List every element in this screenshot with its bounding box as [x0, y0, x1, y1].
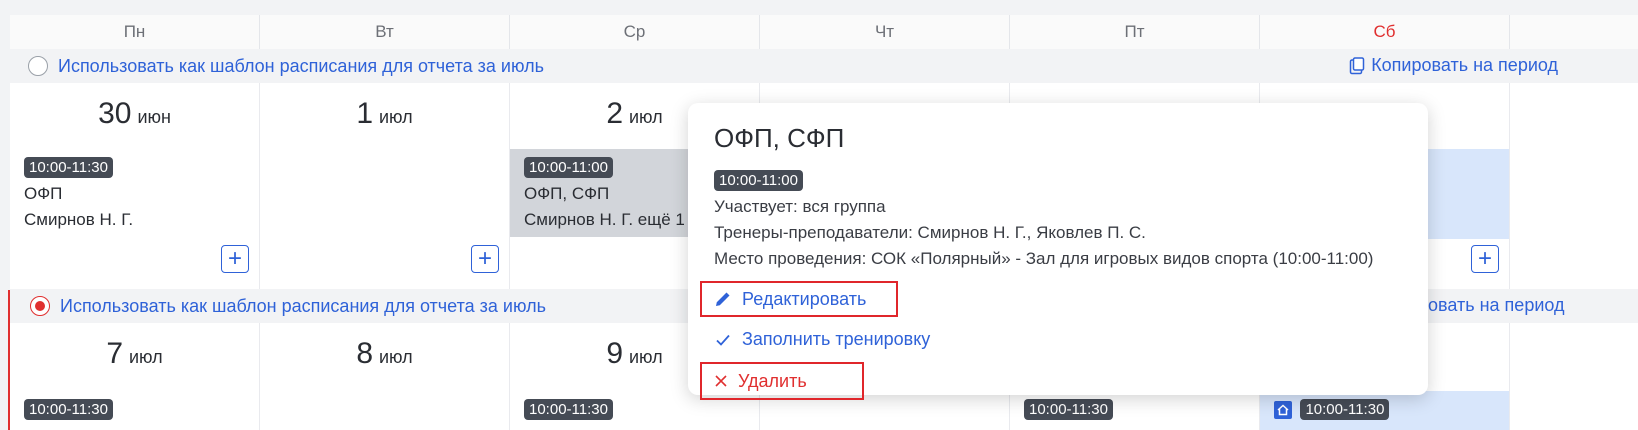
add-event-button[interactable]: +: [1471, 245, 1499, 273]
close-icon: [715, 375, 727, 387]
weekday-thu: Чт: [760, 15, 1010, 49]
day-cell-jul1[interactable]: 1 июл +: [260, 83, 510, 289]
day-cell-jul6[interactable]: [1510, 83, 1638, 289]
day-cell-jul8[interactable]: 8 июл: [260, 323, 510, 430]
template-radio-week2[interactable]: [30, 296, 50, 316]
day-cell-jul13[interactable]: [1510, 323, 1638, 430]
template-bar-week1[interactable]: Использовать как шаблон расписания для о…: [28, 50, 544, 82]
event-time-badge: 10:00-11:00: [524, 157, 613, 178]
weekday-sat: Сб: [1260, 15, 1510, 49]
event-card[interactable]: 10:00-11:30: [1260, 391, 1509, 430]
popup-time-badge: 10:00-11:00: [714, 170, 803, 191]
checkmark-icon: [716, 334, 730, 346]
date-label: 8 июл: [356, 337, 413, 370]
event-time-badge: 10:00-11:30: [1300, 399, 1390, 420]
template-label-week2: Использовать как шаблон расписания для о…: [60, 295, 546, 316]
add-event-button[interactable]: +: [221, 245, 249, 273]
event-coach: Смирнов Н. Г.: [24, 210, 134, 229]
day-cell-jun30[interactable]: 30 июн 10:00-11:30 ОФП Смирнов Н. Г. +: [10, 83, 260, 289]
template-radio-week1[interactable]: [28, 56, 48, 76]
day-cell-jul7[interactable]: 7 июл 10:00-11:30: [10, 323, 260, 430]
date-label: 7 июл: [106, 337, 163, 370]
event-card[interactable]: 10:00-11:30 ОФП Смирнов Н. Г.: [10, 149, 259, 238]
weekday-header: Пн Вт Ср Чт Пт Сб: [10, 15, 1638, 49]
event-popup: ОФП, СФП 10:00-11:00 Участвует: вся груп…: [688, 103, 1428, 400]
add-event-button[interactable]: +: [471, 245, 499, 273]
weekday-sun: [1510, 15, 1638, 49]
clipboard-icon: [1349, 56, 1365, 74]
pencil-icon: [716, 292, 730, 306]
event-card[interactable]: 10:00-11:30: [1010, 391, 1259, 428]
delete-button[interactable]: Удалить: [700, 362, 864, 400]
weekday-fri: Пт: [1010, 15, 1260, 49]
event-time-badge: 10:00-11:30: [24, 157, 113, 178]
copy-period-link-week2[interactable]: овать на период: [1428, 295, 1565, 316]
event-time-badge: 10:00-11:30: [1024, 399, 1113, 420]
date-label: 30 июн: [98, 97, 171, 130]
event-title: ОФП: [24, 184, 63, 203]
fill-training-button[interactable]: Заполнить тренировку: [714, 329, 1402, 350]
weekday-tue: Вт: [260, 15, 510, 49]
delete-label: Удалить: [738, 370, 807, 391]
weekday-wed: Ср: [510, 15, 760, 49]
weekday-mon: Пн: [10, 15, 260, 49]
fill-training-label: Заполнить тренировку: [742, 329, 931, 349]
event-card[interactable]: 10:00-11:30: [10, 391, 259, 428]
event-time-badge: 10:00-11:30: [24, 399, 113, 420]
template-bar-week2[interactable]: Использовать как шаблон расписания для о…: [30, 290, 546, 322]
edit-button[interactable]: Редактировать: [700, 281, 898, 317]
copy-period-label-week1: Копировать на период: [1371, 55, 1558, 75]
schedule-app: Пн Вт Ср Чт Пт Сб Использовать как шабло…: [0, 0, 1638, 430]
popup-participants: Участвует: вся группа: [714, 197, 886, 216]
event-time-badge: 10:00-11:30: [524, 399, 613, 420]
popup-place: Место проведения: СОК «Полярный» - Зал д…: [714, 249, 1374, 268]
edit-label: Редактировать: [742, 288, 867, 309]
copy-period-link-week1[interactable]: Копировать на период: [1349, 55, 1558, 76]
popup-title: ОФП, СФП: [714, 123, 845, 153]
home-icon: [1274, 400, 1292, 419]
popup-coaches: Тренеры-преподаватели: Смирнов Н. Г., Як…: [714, 223, 1146, 242]
date-label: 1 июл: [356, 97, 413, 130]
template-label-week1: Использовать как шаблон расписания для о…: [58, 55, 544, 76]
copy-period-label-week2: овать на период: [1428, 295, 1565, 315]
